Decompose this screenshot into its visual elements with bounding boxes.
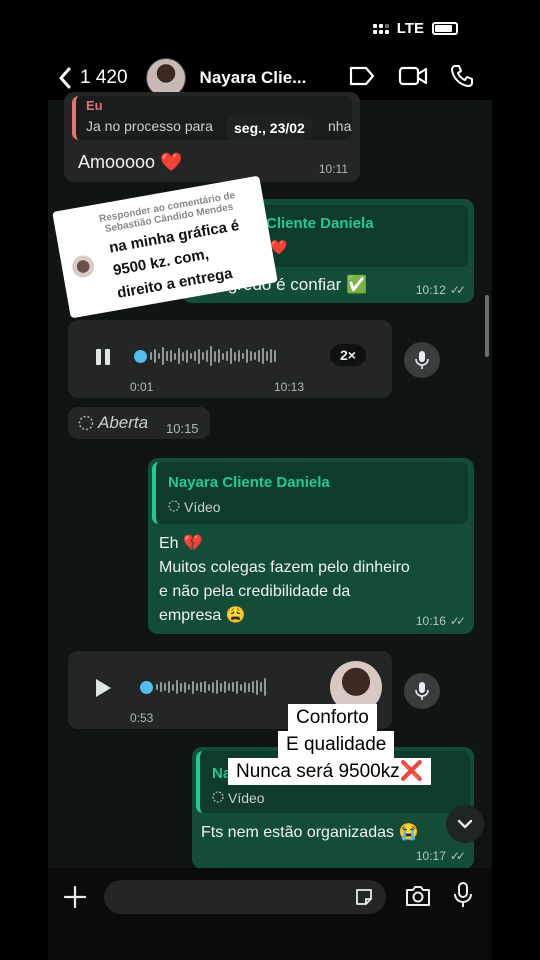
message-incoming[interactable]: Eu Ja no processo para nha Amooooo ❤️ 10… bbox=[64, 92, 360, 182]
mic-icon[interactable] bbox=[454, 882, 472, 908]
quote-author: Nayara Cliente Daniela bbox=[168, 474, 330, 491]
video-icon bbox=[212, 791, 224, 803]
message-time: 10:12 bbox=[415, 283, 446, 297]
message-text: Amooooo ❤️ bbox=[78, 152, 183, 172]
message-time: 10:11 bbox=[318, 162, 348, 176]
message-line: empresa 😩 bbox=[159, 607, 246, 624]
message-input[interactable] bbox=[104, 880, 386, 914]
phone-call-icon[interactable] bbox=[450, 64, 474, 88]
label-tag-icon[interactable] bbox=[348, 65, 376, 87]
battery-icon bbox=[432, 22, 458, 35]
network-label: LTE bbox=[396, 20, 424, 37]
status-bar: LTE bbox=[48, 0, 492, 56]
message-outgoing[interactable]: Nayara Cliente Daniela Vídeo Eh 💔 Muitos… bbox=[148, 458, 474, 634]
contact-name[interactable]: Nayara Clie... bbox=[200, 68, 307, 88]
voice-duration: 0:53 bbox=[130, 711, 154, 725]
quoted-message[interactable]: Nayara Cliente Daniela Vídeo bbox=[152, 462, 468, 524]
commenter-avatar bbox=[70, 253, 96, 280]
caption-line: Conforto bbox=[288, 704, 377, 731]
quote-text: Ja no processo para bbox=[86, 118, 213, 134]
read-ticks-icon: ✓✓ bbox=[449, 283, 466, 297]
voice-elapsed: 0:01 bbox=[130, 380, 154, 394]
caption-line: E qualidade bbox=[278, 731, 395, 758]
date-separator: seg., 23/02 bbox=[226, 116, 313, 140]
composer-bar bbox=[48, 868, 492, 960]
voice-message[interactable]: 2× 0:01 10:13 bbox=[68, 320, 392, 398]
message-time: 10:16 bbox=[415, 614, 446, 628]
message-text: Fts nem estão organizadas 😭 bbox=[201, 824, 419, 841]
quote-author: Cliente Daniela bbox=[266, 215, 374, 232]
quote-author: Eu bbox=[86, 98, 103, 113]
view-once-message[interactable]: Aberta 10:15 bbox=[68, 407, 210, 439]
pause-icon[interactable] bbox=[94, 348, 112, 366]
message-time: 10:15 bbox=[166, 421, 199, 436]
plus-icon[interactable] bbox=[64, 886, 86, 908]
unread-count: 1 420 bbox=[80, 67, 128, 88]
mic-icon[interactable] bbox=[404, 673, 440, 709]
phone-screen: LTE 1 420 Nayara Clie... Eu Ja no proces… bbox=[48, 0, 492, 960]
view-once-icon bbox=[78, 415, 94, 431]
message-line: Eh 💔 bbox=[159, 535, 203, 552]
speed-button[interactable]: 2× bbox=[330, 344, 366, 366]
message-line: Muitos colegas fazem pelo dinheiro bbox=[159, 559, 410, 576]
audio-waveform[interactable] bbox=[150, 344, 276, 368]
message-time: 10:17 bbox=[415, 849, 446, 863]
read-ticks-icon: ✓✓ bbox=[449, 849, 466, 863]
camera-icon[interactable] bbox=[404, 884, 432, 908]
view-once-label: Aberta bbox=[98, 413, 149, 432]
video-icon bbox=[168, 500, 180, 512]
chevron-down-icon bbox=[457, 819, 473, 829]
playback-dot[interactable] bbox=[140, 681, 153, 694]
scroll-down-button[interactable] bbox=[446, 805, 484, 843]
read-ticks-icon: ✓✓ bbox=[449, 614, 466, 628]
playback-dot[interactable] bbox=[134, 350, 147, 363]
quote-media-label: Vídeo bbox=[228, 790, 265, 806]
play-icon[interactable] bbox=[94, 678, 112, 698]
audio-waveform[interactable] bbox=[156, 675, 266, 699]
mic-icon[interactable] bbox=[404, 342, 440, 378]
video-call-icon[interactable] bbox=[398, 65, 428, 87]
message-line: e não pela credibilidade da bbox=[159, 583, 351, 600]
quote-media-label: Vídeo bbox=[184, 499, 221, 515]
signal-icon bbox=[372, 23, 389, 34]
scrollbar[interactable] bbox=[485, 295, 489, 357]
back-button[interactable]: 1 420 bbox=[58, 67, 128, 89]
message-time: 10:13 bbox=[274, 380, 305, 394]
caption-line: Nunca será 9500kz❌ bbox=[228, 758, 432, 785]
sticker-icon[interactable] bbox=[354, 887, 374, 907]
chevron-left-icon bbox=[59, 67, 71, 89]
quote-text-tail: nha bbox=[328, 118, 352, 134]
